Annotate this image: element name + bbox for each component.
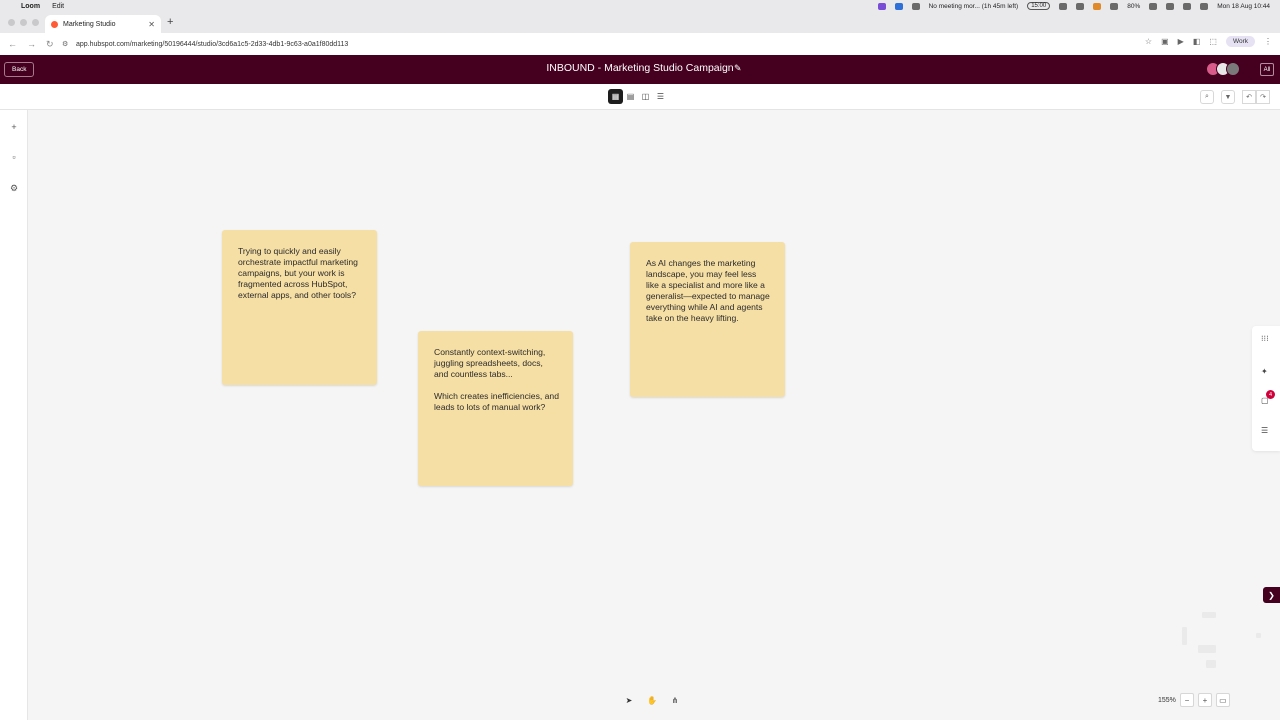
bookmark-star-icon[interactable]: ☆ bbox=[1145, 37, 1152, 46]
page-title: INBOUND - Marketing Studio Campaign bbox=[546, 62, 734, 74]
zoom-controls: 155% − + ▭ bbox=[1158, 693, 1230, 707]
sticky-note[interactable]: As AI changes the marketing landscape, y… bbox=[630, 242, 785, 397]
edit-title-icon[interactable]: ✎ bbox=[734, 63, 742, 74]
extensions-puzzle-icon[interactable]: ⬚ bbox=[1209, 37, 1217, 46]
tab-title: Marketing Studio bbox=[63, 20, 116, 28]
screen-record-icon[interactable] bbox=[894, 2, 903, 10]
forward-arrow-icon[interactable]: → bbox=[27, 39, 36, 50]
panel-toggle-button[interactable]: All bbox=[1260, 63, 1274, 76]
sticky-note[interactable]: Constantly context-switching, juggling s… bbox=[418, 331, 573, 486]
grid-dots-icon[interactable]: ⁝⁝⁝ bbox=[1261, 334, 1269, 343]
spotlight-icon[interactable] bbox=[1183, 2, 1192, 10]
menubar-app-icon[interactable] bbox=[911, 2, 920, 10]
extension-icon[interactable]: ▶ bbox=[1178, 37, 1184, 46]
loom-status-icon[interactable] bbox=[877, 2, 886, 10]
site-info-icon[interactable]: ⚙ bbox=[62, 40, 70, 48]
search-icon[interactable]: ⌕ bbox=[1200, 90, 1214, 104]
wifi-icon[interactable] bbox=[1166, 2, 1175, 10]
browser-menu-icon[interactable]: ⋮ bbox=[1264, 37, 1272, 46]
connector-icon[interactable]: ⋔ bbox=[668, 693, 682, 707]
sticky-note[interactable]: Trying to quickly and easily orchestrate… bbox=[222, 230, 377, 385]
zoom-level: 155% bbox=[1158, 696, 1176, 704]
redo-icon[interactable]: ↷ bbox=[1256, 90, 1270, 104]
list-view-icon[interactable]: ☰ bbox=[653, 89, 668, 104]
calendar-view-icon[interactable]: ▤ bbox=[623, 89, 638, 104]
browser-tab-strip: Marketing Studio ✕ + bbox=[0, 12, 1280, 33]
filter-icon[interactable]: ▼ bbox=[1221, 90, 1235, 104]
menu-edit[interactable]: Edit bbox=[52, 3, 64, 10]
bluetooth-icon[interactable] bbox=[1149, 2, 1158, 10]
expand-panel-button[interactable]: ❯ bbox=[1263, 587, 1280, 603]
select-cursor-icon[interactable]: ➤ bbox=[622, 693, 636, 707]
add-icon[interactable]: + bbox=[9, 122, 19, 132]
right-side-toolbar: ⁝⁝⁝ ✦ ▢ ☰ bbox=[1252, 326, 1280, 451]
time-pill[interactable]: 15:00 bbox=[1027, 2, 1051, 10]
canvas-view-icon[interactable]: ▦ bbox=[608, 89, 623, 104]
app-menu-loom[interactable]: Loom bbox=[21, 3, 40, 10]
extension-icon[interactable]: ◧ bbox=[1193, 37, 1201, 46]
ai-sparkle-icon[interactable]: ✦ bbox=[1261, 367, 1268, 376]
hubspot-favicon-icon bbox=[51, 20, 58, 28]
studio-canvas[interactable]: Trying to quickly and easily orchestrate… bbox=[28, 110, 1280, 720]
canvas-tools: ➤ ✋ ⋔ bbox=[622, 693, 682, 707]
focus-icon[interactable] bbox=[1059, 2, 1068, 10]
os-menu-bar: Loom Edit No meeting mor... (1h 45m left… bbox=[0, 0, 1280, 12]
dark-mode-icon[interactable] bbox=[1110, 2, 1119, 10]
url-text: app.hubspot.com/marketing/50196444/studi… bbox=[76, 40, 349, 48]
left-rail: + ▫ ⚙ bbox=[0, 110, 28, 720]
back-arrow-icon[interactable]: ← bbox=[8, 39, 17, 50]
assets-icon[interactable]: ▫ bbox=[9, 152, 19, 162]
app-header: Back INBOUND - Marketing Studio Campaign… bbox=[0, 55, 1280, 84]
new-tab-button[interactable]: + bbox=[167, 16, 173, 28]
zoom-out-button[interactable]: − bbox=[1179, 693, 1194, 707]
window-controls bbox=[8, 19, 39, 26]
extension-icon[interactable]: ▣ bbox=[1161, 37, 1169, 46]
profile-button[interactable]: Work bbox=[1225, 36, 1255, 47]
view-switcher: ▦ ▤ ◫ ☰ bbox=[608, 89, 668, 104]
hand-pan-icon[interactable]: ✋ bbox=[645, 693, 659, 707]
collaborator-avatars[interactable] bbox=[1206, 62, 1240, 76]
fit-to-screen-button[interactable]: ▭ bbox=[1215, 693, 1230, 707]
menubar-clock[interactable]: Mon 18 Aug 10:44 bbox=[1217, 3, 1270, 10]
studio-toolbar: ▦ ▤ ◫ ☰ ⌕ ▼ ↶ ↷ bbox=[0, 84, 1280, 110]
close-window-button[interactable] bbox=[8, 19, 15, 26]
settings-gear-icon[interactable]: ⚙ bbox=[9, 183, 19, 193]
minimize-window-button[interactable] bbox=[20, 19, 27, 26]
avatar[interactable] bbox=[1226, 62, 1240, 76]
zoom-window-button[interactable] bbox=[32, 19, 39, 26]
address-bar[interactable]: ⚙ app.hubspot.com/marketing/50196444/stu… bbox=[62, 36, 1132, 52]
notification-app-icon[interactable] bbox=[1093, 2, 1102, 10]
undo-icon[interactable]: ↶ bbox=[1242, 90, 1256, 104]
browser-toolbar: ← → ↻ ⚙ app.hubspot.com/marketing/501964… bbox=[0, 33, 1280, 55]
battery-percent[interactable]: 80% bbox=[1127, 3, 1140, 10]
board-view-icon[interactable]: ◫ bbox=[638, 89, 653, 104]
comment-count-badge: 4 bbox=[1266, 390, 1275, 399]
zoom-in-button[interactable]: + bbox=[1197, 693, 1212, 707]
checklist-icon[interactable]: ☰ bbox=[1261, 426, 1268, 435]
meeting-status[interactable]: No meeting mor... (1h 45m left) bbox=[929, 3, 1019, 10]
close-tab-icon[interactable]: ✕ bbox=[148, 20, 155, 29]
display-icon[interactable] bbox=[1076, 2, 1085, 10]
minimap[interactable] bbox=[1170, 605, 1265, 675]
browser-tab[interactable]: Marketing Studio ✕ bbox=[45, 15, 161, 33]
control-center-icon[interactable] bbox=[1200, 2, 1209, 10]
reload-icon[interactable]: ↻ bbox=[46, 39, 54, 50]
